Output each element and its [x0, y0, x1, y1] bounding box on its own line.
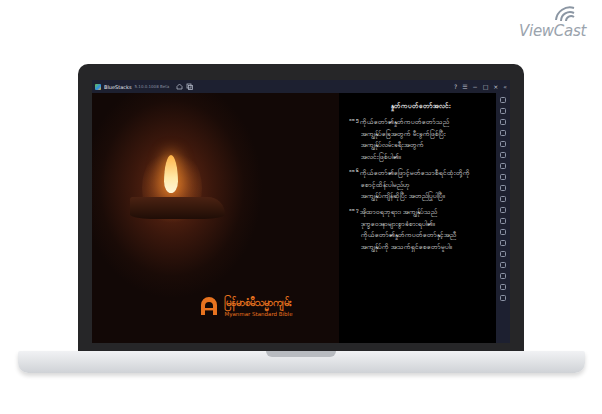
window-control[interactable]: □	[483, 84, 489, 90]
verse-line: အကျွန်ုပ်လမ်းခရီးအတွက်	[349, 140, 492, 151]
verse-line: ၁၀၆ကိုယ်တော်၏ဖြောင့်မတ်သောစီရင်ထုံးတို့က…	[349, 167, 492, 180]
verse-line: အကျွန်ုပ်ခြေအတွက် မီးခွက်ဖြစ်ပြီး	[349, 129, 492, 140]
verse-line: ဒုက္ခဝေဒနာများစွာခံစားရပါ၏။	[349, 219, 492, 230]
verse-number: ၁၀၅	[349, 117, 359, 122]
verse-line: အကျွန်ုပ်ကျိန်ဆိုပြီး အတည်ပြုပါပြီ။	[349, 191, 492, 202]
lamp-photo: မြန်မာစံမီသမ္မာကျမ်းMyanmar Standard Bib…	[92, 93, 339, 343]
folder-icon[interactable]	[500, 196, 506, 202]
media-icon[interactable]	[500, 130, 506, 136]
bible-logo-icon	[198, 295, 220, 317]
window-title: BlueStacks	[104, 84, 132, 90]
window-controls: ? ☰−□ × «	[454, 84, 507, 90]
expand-icon[interactable]	[500, 97, 506, 103]
back-icon[interactable]	[500, 273, 506, 279]
settings-icon[interactable]	[500, 262, 506, 268]
verse: ၁၀၆ကိုယ်တော်၏ဖြောင့်မတ်သောစီရင်ထုံးတို့က…	[349, 167, 492, 202]
passage-heading: နှုတ်ကပတ်တော်အလင်း	[349, 101, 492, 112]
bluestacks-icon	[95, 84, 101, 90]
verse: ၁၀၇အိုထာဝရဘုရား၊ အကျွန်ုပ်သည်ဒုက္ခဝေဒနာမ…	[349, 206, 492, 253]
volume-up-icon[interactable]	[500, 108, 506, 114]
verse-line: ၁၀၅ကိုယ်တော်၏နှုတ်ကပတ်တော်သည်	[349, 116, 492, 129]
multi-instance-icon[interactable]	[186, 83, 193, 90]
laptop-notch	[266, 351, 336, 357]
home-icon[interactable]	[176, 83, 183, 90]
window-control[interactable]: ☰	[462, 84, 467, 90]
location-icon[interactable]	[500, 229, 506, 235]
verse: ၁၀၅ကိုယ်တော်၏နှုတ်ကပတ်တော်သည်အကျွန်ုပ်ခြ…	[349, 116, 492, 163]
side-toolbar	[496, 93, 510, 343]
verse-line: အကျွန်ုပ်ကို အသက်ရှင်စေတော်မူပါ။	[349, 242, 492, 253]
verse-number: ၁၀၆	[349, 168, 359, 173]
verse-line: အလင်းဖြစ်ပါ၏။	[349, 152, 492, 163]
window-control[interactable]: ×	[493, 84, 498, 90]
signal-icon	[548, 4, 582, 22]
title-bar: BlueStacks5.10.0.1008 Beta? ☰−□ × «	[92, 80, 510, 93]
app-main: မြန်မာစံမီသမ္မာကျမ်းMyanmar Standard Bib…	[92, 93, 496, 343]
header: ViewCast	[0, 0, 602, 64]
verse-number: ၁၀၇	[349, 207, 359, 212]
brand-name: ViewCast	[519, 22, 586, 40]
window-control[interactable]: ?	[454, 84, 457, 90]
keyboard-icon[interactable]	[500, 141, 506, 147]
title-group: BlueStacks5.10.0.1008 Beta	[95, 83, 193, 90]
app-logo: မြန်မာစံမီသမ္မာကျမ်းMyanmar Standard Bib…	[198, 295, 292, 317]
verse-line: စောင့်ထိန်းပါမည်ဟု	[349, 180, 492, 191]
verse-line: ကိုယ်တော်၏နှုတ်ကပတ်တော်နှင့်အညီ	[349, 230, 492, 241]
verse-panel: နှုတ်ကပတ်တော်အလင်း၁၀၅ကိုယ်တော်၏နှုတ်ကပတ်…	[339, 93, 496, 343]
window-control[interactable]: −	[473, 84, 478, 90]
window-control[interactable]: «	[503, 84, 507, 90]
record-icon[interactable]	[500, 185, 506, 191]
rotate-icon[interactable]	[500, 152, 506, 158]
home-icon[interactable]	[500, 284, 506, 290]
volume-down-icon[interactable]	[500, 119, 506, 125]
layers-icon[interactable]	[500, 218, 506, 224]
recents-icon[interactable]	[500, 295, 506, 301]
page: ViewCast BlueStacks5.10.0.1008 Beta? ☰−□ × «…	[0, 0, 602, 414]
macro-icon[interactable]	[500, 240, 506, 246]
logo-title: မြန်မာစံမီသမ္မာကျမ်း	[224, 296, 292, 311]
window-version: 5.10.0.1008 Beta	[135, 84, 170, 89]
shake-icon[interactable]	[500, 163, 506, 169]
screenshot-icon[interactable]	[500, 174, 506, 180]
logo-subtitle: Myanmar Standard Bible	[224, 311, 292, 317]
laptop-screen: BlueStacks5.10.0.1008 Beta? ☰−□ × « မြန်မာစံ…	[78, 64, 524, 351]
logo-text: မြန်မာစံမီသမ္မာကျမ်းMyanmar Standard Bib…	[224, 296, 292, 317]
brand-logo: ViewCast	[519, 4, 586, 64]
app-content: မြန်မာစံမီသမ္မာကျမ်းMyanmar Standard Bib…	[92, 93, 510, 343]
verse-line: ၁၀၇အိုထာဝရဘုရား၊ အကျွန်ုပ်သည်	[349, 206, 492, 219]
apk-icon[interactable]	[500, 207, 506, 213]
oil-lamp	[130, 197, 225, 219]
laptop: BlueStacks5.10.0.1008 Beta? ☰−□ × « မြန်မာစံ…	[0, 64, 602, 373]
eco-icon[interactable]	[500, 251, 506, 257]
laptop-base	[18, 351, 585, 373]
